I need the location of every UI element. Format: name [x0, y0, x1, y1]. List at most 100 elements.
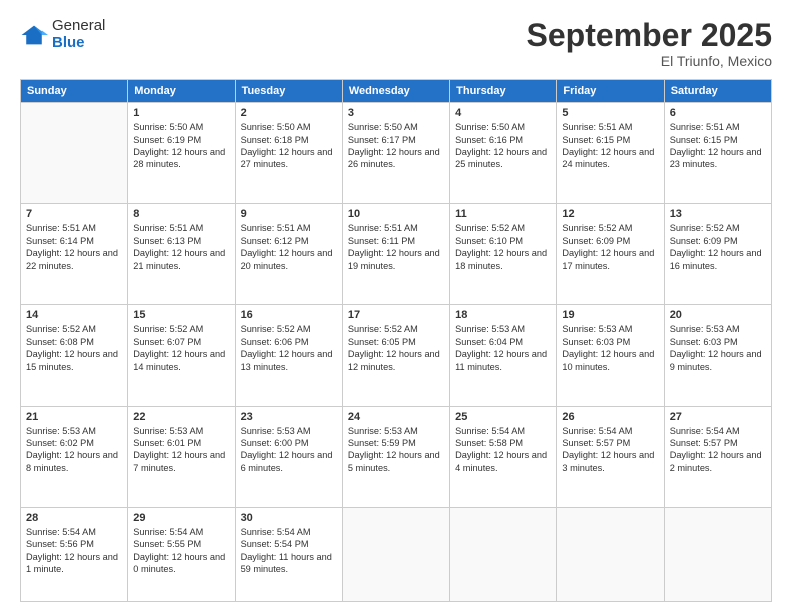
day-info: Sunrise: 5:52 AMSunset: 6:09 PMDaylight:…: [670, 222, 766, 272]
sunset-label: Sunset: 6:15 PM: [562, 135, 630, 145]
day-info: Sunrise: 5:52 AMSunset: 6:10 PMDaylight:…: [455, 222, 551, 272]
day-info: Sunrise: 5:51 AM Sunset: 6:11 PM Daylight:…: [348, 222, 444, 272]
day-number: 1: [133, 107, 229, 119]
day-info: Sunrise: 5:52 AMSunset: 6:06 PMDaylight:…: [241, 323, 337, 373]
calendar-cell: 26Sunrise: 5:54 AMSunset: 5:57 PMDayligh…: [557, 406, 664, 507]
sunset-label: Sunset: 6:00 PM: [241, 438, 309, 448]
sunset-label: Sunset: 5:57 PM: [670, 438, 738, 448]
calendar-cell: 19Sunrise: 5:53 AMSunset: 6:03 PMDayligh…: [557, 305, 664, 406]
day-info: Sunrise: 5:51 AMSunset: 6:14 PMDaylight:…: [26, 222, 122, 272]
sunset-label: Sunset: 6:11 PM: [348, 236, 415, 246]
logo-icon: [20, 24, 48, 46]
sunrise-label: Sunrise: 5:52 AM: [241, 324, 311, 334]
calendar-cell: 1 Sunrise: 5:50 AM Sunset: 6:19 PM Daylight…: [128, 103, 235, 204]
calendar-week-row-3: 14Sunrise: 5:52 AMSunset: 6:08 PMDayligh…: [21, 305, 772, 406]
logo-blue-text: Blue: [52, 34, 85, 51]
calendar-cell: 20Sunrise: 5:53 AMSunset: 6:03 PMDayligh…: [664, 305, 771, 406]
day-number: 13: [670, 208, 766, 220]
sunset-label: Sunset: 6:08 PM: [26, 337, 94, 347]
day-info: Sunrise: 5:54 AMSunset: 5:55 PMDaylight:…: [133, 526, 229, 576]
day-number: 24: [348, 411, 444, 423]
calendar-cell: 16Sunrise: 5:52 AMSunset: 6:06 PMDayligh…: [235, 305, 342, 406]
day-info: Sunrise: 5:51 AMSunset: 6:13 PMDaylight:…: [133, 222, 229, 272]
sunrise-label: Sunrise: 5:50 AM: [133, 122, 203, 132]
sunset-label: Sunset: 6:03 PM: [670, 337, 738, 347]
day-number: 25: [455, 411, 551, 423]
calendar-cell: [450, 507, 557, 601]
sunrise-label: Sunrise: 5:52 AM: [562, 223, 632, 233]
sunset-label: Sunset: 5:55 PM: [133, 539, 201, 549]
daylight-label: Daylight: 12 hours and 16 minutes.: [670, 248, 762, 270]
day-number: 3: [348, 107, 444, 119]
sunrise-label: Sunrise: 5:54 AM: [455, 426, 525, 436]
calendar-cell: 14Sunrise: 5:52 AMSunset: 6:08 PMDayligh…: [21, 305, 128, 406]
sunset-label: Sunset: 6:10 PM: [455, 236, 523, 246]
day-info: Sunrise: 5:53 AMSunset: 6:03 PMDaylight:…: [562, 323, 658, 373]
day-info: Sunrise: 5:53 AMSunset: 6:03 PMDaylight:…: [670, 323, 766, 373]
day-info: Sunrise: 5:54 AMSunset: 5:58 PMDaylight:…: [455, 425, 551, 475]
calendar-cell: 18 Sunrise: 5:53 AMSunset: 6:04 PMDayligh…: [450, 305, 557, 406]
sunrise-label: Sunrise: 5:53 AM: [133, 426, 203, 436]
day-number: 10: [348, 208, 444, 220]
calendar-cell: 25Sunrise: 5:54 AMSunset: 5:58 PMDayligh…: [450, 406, 557, 507]
day-number: 28: [26, 512, 122, 524]
daylight-label: Daylight: 12 hours and 26 minutes.: [348, 147, 440, 169]
day-info: Sunrise: 5:50 AMSunset: 6:18 PMDaylight:…: [241, 121, 337, 171]
day-number: 7: [26, 208, 122, 220]
header-wednesday: Wednesday: [342, 80, 449, 103]
sunrise-label: Sunrise: 5:50 AM: [348, 122, 418, 132]
day-info: Sunrise: 5:53 AMSunset: 6:00 PMDaylight:…: [241, 425, 337, 475]
calendar-cell: 22 Sunrise: 5:53 AMSunset: 6:01 PMDayligh…: [128, 406, 235, 507]
day-info: Sunrise: 5:52 AM Sunset: 6:09 PM Daylight:…: [562, 222, 658, 272]
day-info: Sunrise: 5:51 AMSunset: 6:15 PMDaylight:…: [670, 121, 766, 171]
calendar-cell: 23Sunrise: 5:53 AMSunset: 6:00 PMDayligh…: [235, 406, 342, 507]
daylight-label: Daylight: 12 hours and 17 minutes.: [562, 248, 654, 270]
calendar-week-row-4: 21Sunrise: 5:53 AMSunset: 6:02 PMDayligh…: [21, 406, 772, 507]
title-block: September 2025 El Triunfo, Mexico: [527, 18, 772, 69]
daylight-label: Daylight: 12 hours and 7 minutes.: [133, 450, 225, 472]
sunrise-label: Sunrise: 5:54 AM: [133, 527, 203, 537]
sunset-label: Sunset: 6:09 PM: [562, 236, 630, 246]
daylight-label: Daylight: 12 hours and 10 minutes.: [562, 349, 654, 371]
calendar-cell: 12 Sunrise: 5:52 AM Sunset: 6:09 PM Dayligh…: [557, 204, 664, 305]
sunrise-label: Sunrise: 5:50 AM: [241, 122, 311, 132]
daylight-label: Daylight: 12 hours and 3 minutes.: [562, 450, 654, 472]
sunrise-label: Sunrise: 5:51 AM: [348, 223, 418, 233]
calendar-cell: 6 Sunrise: 5:51 AMSunset: 6:15 PMDaylight…: [664, 103, 771, 204]
day-number: 8: [133, 208, 229, 220]
sunset-label: Sunset: 6:09 PM: [670, 236, 738, 246]
daylight-label: Daylight: 12 hours and 28 minutes.: [133, 147, 225, 169]
daylight-label: Daylight: 12 hours and 24 minutes.: [562, 147, 654, 169]
sunset-label: Sunset: 6:19 PM: [133, 135, 201, 145]
day-info: Sunrise: 5:53 AMSunset: 6:02 PMDaylight:…: [26, 425, 122, 475]
sunrise-label: Sunrise: 5:54 AM: [26, 527, 96, 537]
day-info: Sunrise: 5:53 AMSunset: 6:01 PMDaylight:…: [133, 425, 229, 475]
day-number: 9: [241, 208, 337, 220]
day-number: 12: [562, 208, 658, 220]
day-number: 18: [455, 309, 551, 321]
daylight-label: Daylight: 12 hours and 19 minutes.: [348, 248, 440, 270]
header-tuesday: Tuesday: [235, 80, 342, 103]
header-saturday: Saturday: [664, 80, 771, 103]
sunrise-label: Sunrise: 5:52 AM: [348, 324, 418, 334]
daylight-label: Daylight: 12 hours and 23 minutes.: [670, 147, 762, 169]
sunrise-label: Sunrise: 5:52 AM: [455, 223, 525, 233]
day-number: 22: [133, 411, 229, 423]
day-info: Sunrise: 5:54 AMSunset: 5:57 PMDaylight:…: [562, 425, 658, 475]
sunrise-label: Sunrise: 5:52 AM: [26, 324, 96, 334]
location-subtitle: El Triunfo, Mexico: [527, 53, 772, 69]
calendar-cell: 5Sunrise: 5:51 AMSunset: 6:15 PMDaylight…: [557, 103, 664, 204]
calendar-cell: 3Sunrise: 5:50 AMSunset: 6:17 PMDaylight…: [342, 103, 449, 204]
header: General Blue September 2025 El Triunfo, …: [20, 18, 772, 69]
sunrise-label: Sunrise: 5:51 AM: [133, 223, 203, 233]
daylight-label: Daylight: 12 hours and 21 minutes.: [133, 248, 225, 270]
sunset-label: Sunset: 6:06 PM: [241, 337, 309, 347]
sunrise-label: Sunrise: 5:53 AM: [455, 324, 525, 334]
day-number: 6: [670, 107, 766, 119]
sunset-label: Sunset: 5:58 PM: [455, 438, 523, 448]
daylight-label: Daylight: 12 hours and 5 minutes.: [348, 450, 440, 472]
sunrise-label: Sunrise: 5:53 AM: [670, 324, 740, 334]
logo: General Blue: [20, 18, 105, 51]
day-info: Sunrise: 5:53 AMSunset: 6:04 PMDaylight:…: [455, 323, 551, 373]
sunrise-label: Sunrise: 5:51 AM: [26, 223, 96, 233]
